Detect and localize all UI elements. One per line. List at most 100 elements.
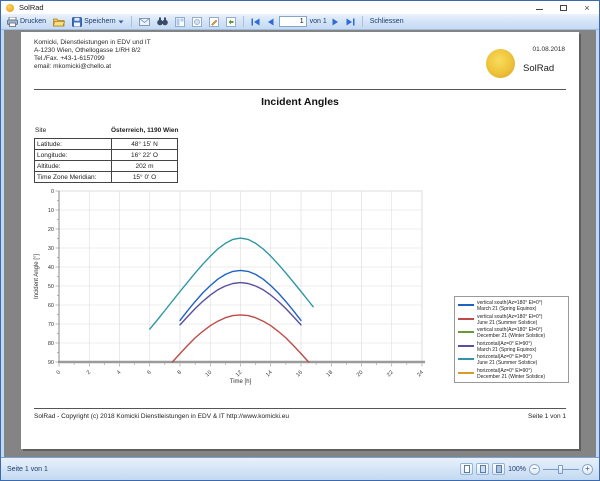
legend-item: vertical south(Az=180° El=0°)June 21 (Su… [458,314,566,326]
binoculars-icon [157,17,168,26]
last-page-button[interactable] [344,17,357,27]
print-button[interactable]: Drucken [5,16,48,28]
x-tick-label: 22 [386,370,395,379]
y-tick-label: 60 [48,303,54,309]
search-button[interactable] [155,16,170,27]
site-name: Österreich, 1190 Wien [111,127,179,134]
minimize-button[interactable] [527,1,551,14]
legend-label: horizontal(Az=0° El=90°)March 21 (Spring… [477,341,536,353]
legend-line-sample [458,345,474,347]
legend-label: horizontal(Az=0° El=90°)December 21 (Win… [477,368,545,380]
y-tick-label: 0 [51,189,54,195]
single-page-icon [464,465,470,473]
legend-item: horizontal(Az=0° El=90°)June 21 (Summer … [458,354,566,366]
legend-line-sample [458,372,474,374]
close-button[interactable]: × [575,1,599,14]
incident-angles-chart: 0102030405060708090024681012141618202224… [21,182,451,397]
site-table: Latitude: 48° 15' N Longitude: 16° 22' O… [34,138,178,183]
x-tick-label: 0 [56,370,62,376]
chart-legend: vertical south(Az=180° El=0°)March 21 (S… [454,296,569,383]
footer-page-number: Seite 1 von 1 [528,413,566,420]
company-email: email: mkomicki@chello.at [34,63,151,71]
company-name: Komicki, Dienstleistungen in EDV und IT [34,39,151,47]
page-of-label: von 1 [310,18,327,25]
x-tick-label: 16 [295,370,304,379]
y-axis-title: Incident Angle [°] [34,254,40,299]
y-tick-label: 40 [48,265,54,271]
prev-page-button[interactable] [265,17,276,27]
legend-item: horizontal(Az=0° El=90°)March 21 (Spring… [458,341,566,353]
open-folder-icon [53,17,65,27]
minus-icon: − [532,465,537,473]
legend-item: vertical south(Az=180° El=0°)March 21 (S… [458,300,566,312]
email-button[interactable] [137,17,152,27]
save-button[interactable]: Speichern [70,16,126,28]
edit-page-button[interactable] [207,16,221,28]
full-page-icon [496,465,502,473]
y-tick-label: 10 [48,208,54,214]
solrad-sun-logo [486,49,515,78]
close-preview-button[interactable]: Schliessen [368,17,406,26]
maximize-icon [560,5,567,11]
company-phone: Tel./Fax. +43-1-6157099 [34,55,151,63]
next-page-button[interactable] [330,17,341,27]
multi-page-view-button[interactable] [476,463,489,475]
zoom-level-label: 100% [508,466,526,473]
x-tick-label: 10 [205,370,214,379]
site-row-value: 48° 15' N [112,139,177,150]
site-row-label: Latitude: [35,139,112,150]
toolbar-separator [362,16,363,27]
maximize-button[interactable] [551,1,575,14]
chevron-down-icon [118,20,124,24]
solrad-logo-text: SolRad [523,63,554,74]
zoom-in-button[interactable]: + [582,464,593,475]
next-page-icon [332,18,339,26]
save-icon [72,17,82,27]
footer-copyright: SolRad - Copyright (c) 2018 Komicki Dien… [34,413,289,420]
first-page-button[interactable] [249,17,262,27]
site-row-value: 202 m [112,161,177,172]
legend-line-sample [458,304,474,306]
x-tick-label: 4 [116,370,122,376]
window-title: SolRad [19,3,527,12]
export-button[interactable] [224,16,238,28]
print-button-label: Drucken [20,18,46,25]
app-sun-icon [6,4,14,12]
open-button[interactable] [51,16,67,28]
legend-label: horizontal(Az=0° El=90°)June 21 (Summer … [477,354,537,366]
single-page-view-button[interactable] [460,463,473,475]
page-number-input[interactable] [279,16,307,27]
print-preview-area[interactable]: Komicki, Dienstleistungen in EDV und IT … [1,30,599,457]
legend-label: vertical south(Az=180° El=0°)March 21 (S… [477,300,542,312]
x-tick-label: 20 [356,370,365,379]
site-row-label: Longitude: [35,150,112,161]
x-axis-title: Time [h] [230,379,252,385]
multi-page-icon [480,465,486,473]
x-tick-label: 12 [235,370,244,379]
site-label: Site [35,127,46,134]
legend-label: vertical south(Az=180° El=0°)June 21 (Su… [477,314,542,326]
footer-rule [34,408,566,409]
first-page-icon [251,18,260,26]
zoom-slider-thumb[interactable] [558,465,563,474]
legend-line-sample [458,358,474,360]
legend-item: horizontal(Az=0° El=90°)December 21 (Win… [458,368,566,380]
printer-icon [7,17,18,27]
zoom-slider[interactable] [543,465,579,474]
report-date: 01.08.2018 [532,46,565,53]
minimize-icon [536,9,543,10]
thumbnails-button[interactable] [173,16,187,28]
zoom-out-button[interactable]: − [529,464,540,475]
report-title: Incident Angles [21,96,579,108]
watermark-button[interactable] [190,16,204,28]
status-page-label: Seite 1 von 1 [7,466,460,473]
save-button-label: Speichern [84,18,116,25]
toolbar-separator [243,16,244,27]
status-bar: Seite 1 von 1 100% − + [1,457,599,480]
full-page-view-button[interactable] [492,463,505,475]
edit-pencil-icon [209,17,219,27]
close-preview-label: Schliessen [370,18,404,25]
company-street: A-1230 Wien, Othellogasse 1/RH 8/2 [34,47,151,55]
x-tick-label: 2 [86,370,92,376]
legend-line-sample [458,318,474,320]
